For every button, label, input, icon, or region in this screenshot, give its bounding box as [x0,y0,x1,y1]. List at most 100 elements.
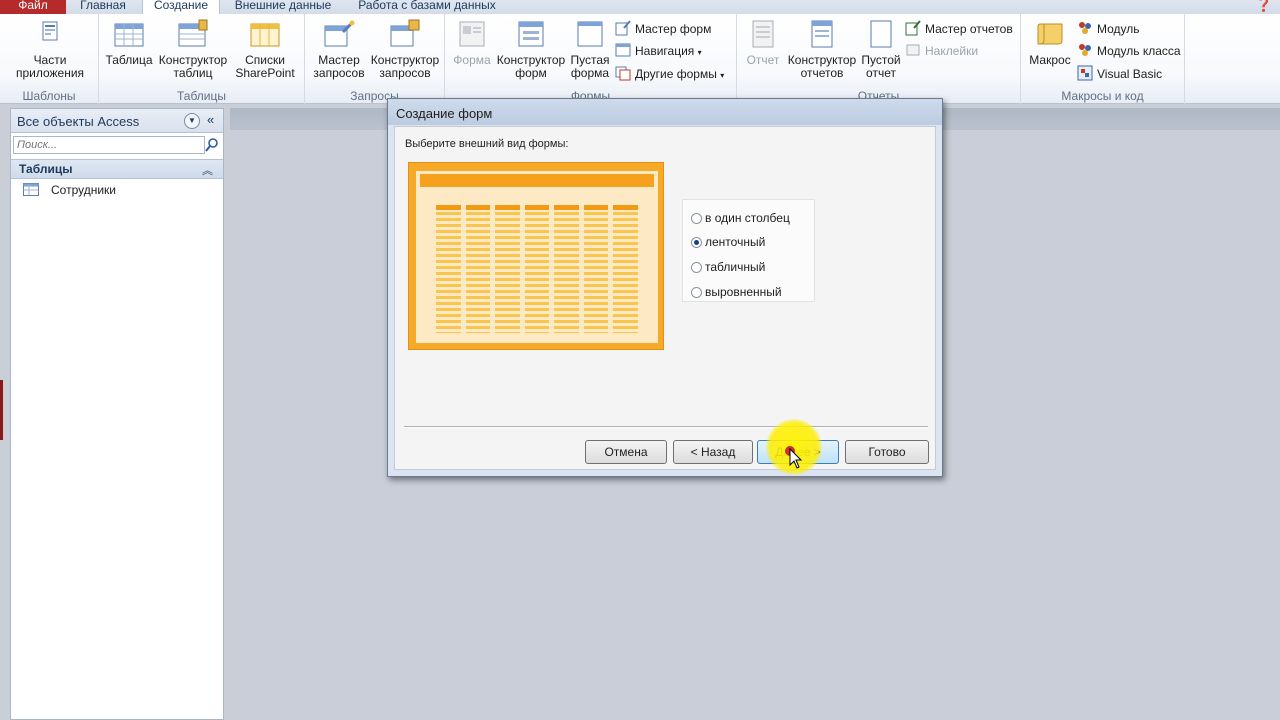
nav-header: Все объекты Access ▼ « [11,109,223,133]
group-forms: Форма Конструктор форм Пустая форма Маст… [445,14,737,104]
dialog-separator [404,426,928,428]
dialog-body: Выберите внешний вид формы: в один столб… [394,126,936,470]
help-icon[interactable]: ❓ [1254,0,1274,14]
finish-button[interactable]: Готово [845,440,929,464]
radio-button[interactable] [691,213,702,224]
ribbon: Части приложения Шаблоны Таблица Констру… [0,14,1280,104]
group-reports: Отчет Конструктор отчетов Пустой отчет М… [737,14,1021,104]
table-button[interactable]: Таблица [104,18,154,67]
back-button[interactable]: < Назад [673,440,753,464]
query-wizard-label: Мастер запросов [313,53,365,80]
radio-button[interactable] [691,262,702,273]
table-design-label: Конструктор таблиц [158,53,228,80]
form-icon [459,21,485,47]
report-wizard-button[interactable]: Мастер отчетов [905,19,1013,39]
group-templates: Части приложения Шаблоны [0,14,99,104]
blank-form-button[interactable]: Пустая форма [567,18,613,80]
report-wizard-label: Мастер отчетов [925,22,1013,36]
search-input[interactable] [13,136,205,154]
form-wizard-label: Мастер форм [635,22,712,36]
option-label: табличный [705,260,766,274]
option-datasheet[interactable]: табличный [691,260,765,276]
labels-icon [906,44,920,56]
query-design-button[interactable]: Конструктор запросов [369,18,441,80]
radio-button-selected[interactable] [691,237,702,248]
preview-column [436,205,461,333]
group-label-tables: Таблицы [176,89,226,103]
group-label-templates: Шаблоны [22,89,76,103]
report-button[interactable]: Отчет [741,18,785,67]
search-icon[interactable] [205,138,219,152]
nav-group-label: Таблицы [19,162,73,176]
more-forms-icon [615,66,631,81]
class-module-label: Модуль класса [1097,44,1181,58]
module-icon [1079,22,1091,34]
chevron-down-icon[interactable]: ▼ [184,113,200,129]
macro-scroll-icon [1037,23,1063,45]
nav-group-tables[interactable]: Таблицы ︽ [11,159,223,179]
form-label: Форма [453,53,491,67]
visual-basic-button[interactable]: Visual Basic [1077,64,1162,84]
more-forms-button[interactable]: Другие формы ▾ [615,64,724,84]
sharepoint-lists-button[interactable]: Списки SharePoint [229,18,301,80]
chevron-up-icon[interactable]: ︽ [202,162,213,178]
sharepoint-lists-icon [250,23,280,47]
report-label: Отчет [746,53,780,67]
group-queries: Мастер запросов Конструктор запросов Зап… [305,14,445,104]
form-design-button[interactable]: Конструктор форм [495,18,567,80]
group-label-macros: Макросы и код [1061,89,1144,103]
tab-home[interactable]: Главная [72,0,134,14]
option-tabular[interactable]: ленточный [691,235,765,251]
window-edge [0,380,3,440]
more-forms-label: Другие формы [635,67,717,81]
preview-column [495,205,520,333]
option-justified[interactable]: выровненный [691,285,782,301]
dialog-titlebar[interactable]: Создание форм [388,99,942,125]
blank-report-button[interactable]: Пустой отчет [859,18,903,80]
app-parts-label: Части приложения [15,53,85,80]
module-label: Модуль [1097,22,1140,36]
tab-external-data[interactable]: Внешние данные [228,0,338,14]
visual-basic-icon [1077,65,1093,81]
labels-button[interactable]: Наклейки [905,41,978,61]
dialog-title: Создание форм [396,106,493,121]
form-wizard-icon [615,20,631,36]
list-item[interactable]: Сотрудники [11,179,223,201]
navigation-button[interactable]: Навигация ▾ [615,41,702,61]
collapse-pane-icon[interactable]: « [207,112,214,127]
blank-form-icon [577,21,603,47]
form-button[interactable]: Форма [449,18,495,67]
query-wizard-icon [324,20,355,47]
tab-create[interactable]: Создание [142,0,220,15]
form-wizard-button[interactable]: Мастер форм [615,19,711,39]
nav-search [11,133,223,159]
form-wizard-dialog: Создание форм Выберите внешний вид формы… [387,98,943,477]
nav-title[interactable]: Все объекты Access [17,114,139,129]
class-module-button[interactable]: Модуль класса [1077,41,1181,61]
form-design-icon [518,21,544,47]
option-columnar[interactable]: в один столбец [691,211,790,227]
preview-column [524,205,550,333]
preview-column [613,205,639,333]
macro-button[interactable]: Макрос [1027,18,1073,67]
labels-label: Наклейки [925,44,979,58]
layout-preview [408,162,664,350]
preview-header-bar [420,174,654,187]
tab-database-tools[interactable]: Работа с базами данных [352,0,502,14]
table-design-button[interactable]: Конструктор таблиц [157,18,229,80]
app-parts-button[interactable]: Части приложения [8,18,92,80]
query-design-label: Конструктор запросов [370,53,440,80]
table-icon [114,23,144,47]
table-label: Таблица [105,53,153,67]
navigation-icon [615,43,631,57]
radio-button[interactable] [691,287,702,298]
tab-file[interactable]: Файл [0,0,66,14]
module-button[interactable]: Модуль [1077,19,1140,39]
dialog-prompt: Выберите внешний вид формы: [405,138,569,150]
preview-column [583,205,609,333]
report-design-label: Конструктор отчетов [787,53,857,80]
option-label: в один столбец [705,211,790,225]
report-design-button[interactable]: Конструктор отчетов [785,18,859,80]
query-wizard-button[interactable]: Мастер запросов [309,18,369,80]
cancel-button[interactable]: Отмена [585,440,667,464]
